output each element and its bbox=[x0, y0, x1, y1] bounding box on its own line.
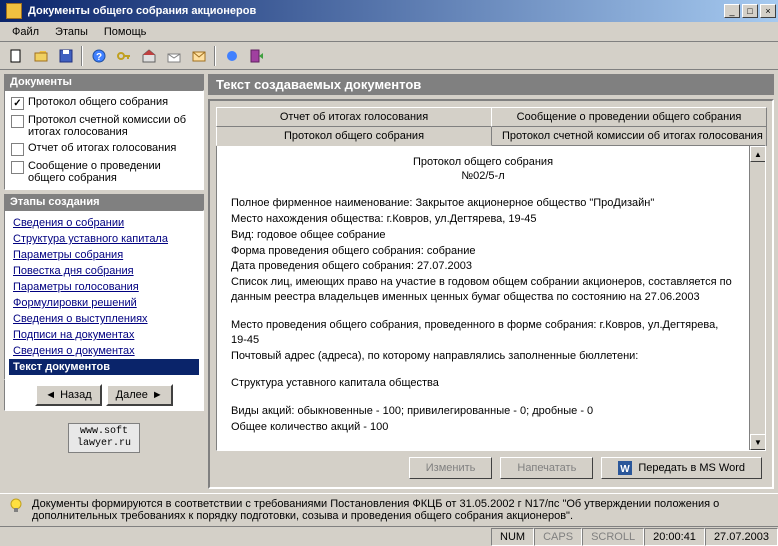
stage-item[interactable]: Подписи на документах bbox=[9, 327, 199, 343]
doc-label: Протокол общего собрания bbox=[28, 96, 168, 108]
site-line: lawyer.ru bbox=[77, 438, 131, 450]
doc-line: Форма проведения общего собрания: собран… bbox=[231, 244, 735, 259]
window-title: Документы общего собрания акционеров bbox=[26, 5, 724, 17]
doc-subtitle: №02/5-л bbox=[231, 170, 735, 182]
status-time: 20:00:41 bbox=[644, 528, 705, 546]
website-badge[interactable]: www.soft lawyer.ru bbox=[4, 415, 204, 461]
checkbox-icon[interactable] bbox=[11, 161, 24, 174]
stage-item[interactable]: Сведения о выступлениях bbox=[9, 311, 199, 327]
doc-line: Место проведения общего собрания, провед… bbox=[231, 318, 735, 348]
maximize-button[interactable]: □ bbox=[742, 4, 758, 18]
tool-key-icon[interactable] bbox=[112, 45, 135, 67]
doc-line: Общее количество акций - 100 bbox=[231, 420, 735, 435]
status-caps: CAPS bbox=[534, 528, 582, 546]
checkbox-icon[interactable] bbox=[11, 143, 24, 156]
stage-item-selected[interactable]: Текст документов bbox=[9, 359, 199, 375]
tool-mail-icon[interactable] bbox=[187, 45, 210, 67]
doc-line: Полное фирменное наименование: Закрытое … bbox=[231, 196, 735, 211]
doc-line: Место нахождения общества: г.Ковров, ул.… bbox=[231, 212, 735, 227]
scroll-up-icon[interactable]: ▲ bbox=[750, 146, 766, 162]
app-icon bbox=[6, 3, 22, 19]
doc-line: Список лиц, имеющих право на участие в г… bbox=[231, 275, 735, 305]
edit-button[interactable]: Изменить bbox=[409, 457, 493, 479]
back-button[interactable]: ◄Назад bbox=[35, 384, 101, 406]
status-scroll: SCROLL bbox=[582, 528, 644, 546]
lightbulb-icon bbox=[8, 498, 24, 514]
status-num: NUM bbox=[491, 528, 534, 546]
svg-text:?: ? bbox=[95, 52, 101, 63]
menu-file[interactable]: Файл bbox=[4, 24, 47, 40]
tabs: Отчет об итогах голосования Сообщение о … bbox=[216, 107, 766, 146]
doc-line: Дата проведения общего собрания: 27.07.2… bbox=[231, 259, 735, 274]
close-button[interactable]: × bbox=[760, 4, 776, 18]
doc-item[interactable]: Сообщение о проведении общего собрания bbox=[9, 159, 199, 185]
doc-item[interactable]: Отчет об итогах голосования bbox=[9, 141, 199, 157]
print-button[interactable]: Напечатать bbox=[500, 457, 593, 479]
arrow-left-icon: ◄ bbox=[45, 389, 56, 401]
right-panel: Текст создаваемых документов Отчет об ит… bbox=[208, 74, 774, 489]
minimize-button[interactable]: _ bbox=[724, 4, 740, 18]
stage-item[interactable]: Формулировки решений bbox=[9, 295, 199, 311]
menu-help[interactable]: Помощь bbox=[96, 24, 155, 40]
stages-list: Сведения о собрании Структура уставного … bbox=[4, 210, 204, 380]
documents-header: Документы bbox=[4, 74, 204, 90]
doc-title: Протокол общего собрания bbox=[231, 156, 735, 168]
hint-text: Документы формируются в соответствии с т… bbox=[32, 498, 770, 522]
arrow-right-icon: ► bbox=[152, 389, 163, 401]
doc-item[interactable]: Протокол общего собрания bbox=[9, 95, 199, 111]
svg-text:W: W bbox=[621, 464, 631, 475]
tool-new-icon[interactable] bbox=[4, 45, 27, 67]
tab-protocol-meeting[interactable]: Протокол общего собрания bbox=[216, 127, 492, 146]
toolbar-separator bbox=[214, 46, 216, 66]
stage-item[interactable]: Параметры собрания bbox=[9, 247, 199, 263]
status-date: 27.07.2003 bbox=[705, 528, 778, 546]
site-line: www.soft bbox=[77, 426, 131, 438]
tab-notice[interactable]: Сообщение о проведении общего собрания bbox=[491, 107, 767, 127]
tool-help-icon[interactable]: ? bbox=[87, 45, 110, 67]
next-button[interactable]: Далее► bbox=[106, 384, 173, 406]
tool-exit-icon[interactable] bbox=[245, 45, 268, 67]
checkbox-icon[interactable] bbox=[11, 115, 24, 128]
tab-protocol-commission[interactable]: Протокол счетной комиссии об итогах голо… bbox=[491, 127, 767, 146]
hint-bar: Документы формируются в соответствии с т… bbox=[0, 493, 778, 526]
tool-save-icon[interactable] bbox=[54, 45, 77, 67]
doc-item[interactable]: Протокол счетной комиссии об итогах голо… bbox=[9, 113, 199, 139]
action-buttons: Изменить Напечатать W Передать в MS Word bbox=[216, 451, 766, 481]
content-header: Текст создаваемых документов bbox=[208, 74, 774, 95]
doc-label: Сообщение о проведении общего собрания bbox=[28, 160, 197, 184]
menu-stages[interactable]: Этапы bbox=[47, 24, 96, 40]
menu-bar: Файл Этапы Помощь bbox=[0, 22, 778, 42]
tool-home-icon[interactable] bbox=[137, 45, 160, 67]
status-bar: NUM CAPS SCROLL 20:00:41 27.07.2003 bbox=[0, 526, 778, 546]
stage-item[interactable]: Параметры голосования bbox=[9, 279, 199, 295]
scrollbar[interactable]: ▲ ▼ bbox=[749, 146, 765, 450]
toolbar: ? bbox=[0, 42, 778, 70]
stage-item[interactable]: Повестка дня собрания bbox=[9, 263, 199, 279]
tool-open-icon[interactable] bbox=[29, 45, 52, 67]
tab-report[interactable]: Отчет об итогах голосования bbox=[216, 107, 492, 127]
left-panel: Документы Протокол общего собрания Прото… bbox=[4, 74, 204, 489]
documents-list: Протокол общего собрания Протокол счетно… bbox=[4, 90, 204, 190]
doc-label: Отчет об итогах голосования bbox=[28, 142, 176, 154]
tool-print-icon[interactable] bbox=[220, 45, 243, 67]
doc-line: Структура уставного капитала общества bbox=[231, 376, 735, 391]
doc-line: Почтовый адрес (адреса), по которому нап… bbox=[231, 349, 735, 364]
doc-line: Вид: годовое общее собрание bbox=[231, 228, 735, 243]
checkbox-icon[interactable] bbox=[11, 97, 24, 110]
title-bar: Документы общего собрания акционеров _ □… bbox=[0, 0, 778, 22]
doc-label: Протокол счетной комиссии об итогах голо… bbox=[28, 114, 197, 138]
stage-item[interactable]: Структура уставного капитала bbox=[9, 231, 199, 247]
doc-line: Виды акций: обыкновенные - 100; привилег… bbox=[231, 404, 735, 419]
stage-item[interactable]: Сведения о собрании bbox=[9, 215, 199, 231]
tool-mail-open-icon[interactable] bbox=[162, 45, 185, 67]
scroll-down-icon[interactable]: ▼ bbox=[750, 434, 766, 450]
document-content: Протокол общего собрания №02/5-л Полное … bbox=[216, 145, 766, 451]
word-icon: W bbox=[618, 461, 632, 475]
toolbar-separator bbox=[81, 46, 83, 66]
stage-item[interactable]: Сведения о документах bbox=[9, 343, 199, 359]
scroll-track[interactable] bbox=[750, 162, 765, 434]
export-word-button[interactable]: W Передать в MS Word bbox=[601, 457, 762, 479]
stages-header: Этапы создания bbox=[4, 194, 204, 210]
